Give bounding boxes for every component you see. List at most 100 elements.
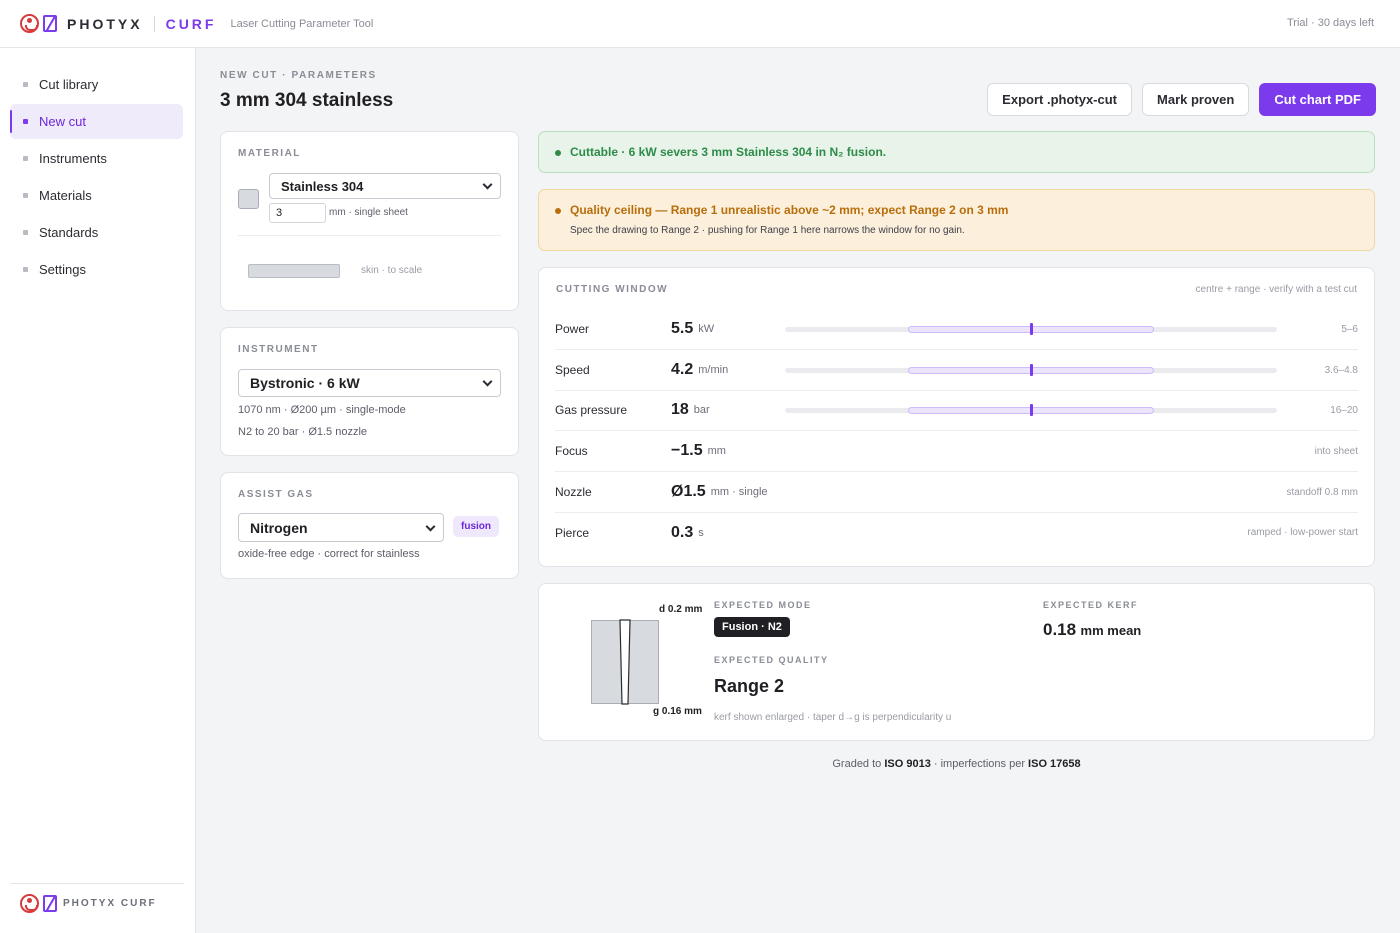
range-track	[785, 364, 1277, 376]
skin-note: skin · to scale	[361, 265, 423, 276]
cutting-window-label: CUTTING WINDOW	[556, 284, 669, 295]
export-button[interactable]: Export .photyx-cut	[987, 83, 1133, 116]
param-unit: mm · single	[710, 486, 768, 498]
range-track	[785, 404, 1277, 416]
cut-chart-pdf-button[interactable]: Cut chart PDF	[1259, 83, 1376, 116]
instrument-select-value: Bystronic · 6 kW	[250, 375, 360, 391]
centre-marker	[1030, 404, 1033, 416]
sidebar-item-materials[interactable]: Materials	[10, 178, 183, 213]
slash-box-icon	[43, 15, 57, 32]
param-note: into sheet	[1314, 445, 1358, 457]
expected-quality-label: EXPECTED QUALITY	[714, 655, 829, 665]
logo	[20, 14, 57, 33]
chevron-down-icon	[482, 376, 493, 387]
param-name: Focus	[555, 444, 588, 458]
sidebar-item-new-cut[interactable]: New cut	[10, 104, 183, 139]
footer-brand: PHOTYX CURF	[63, 898, 157, 909]
standards-note-mid: · imperfections per	[933, 758, 1025, 770]
param-row-nozzle: Nozzle Ø1.5 mm · single standoff 0.8 mm	[555, 472, 1358, 513]
quality-ceiling-detail: Spec the drawing to Range 2 · pushing fo…	[570, 225, 965, 236]
material-select[interactable]: Stainless 304	[269, 173, 501, 199]
param-name: Power	[555, 322, 590, 336]
param-name: Speed	[555, 363, 590, 377]
param-value: 4.2	[671, 361, 694, 378]
user-circle-icon	[20, 14, 39, 33]
instrument-select[interactable]: Bystronic · 6 kW	[238, 369, 501, 397]
param-name: Nozzle	[555, 485, 592, 499]
iso-9013-link[interactable]: ISO 9013	[884, 758, 930, 770]
sidebar-item-label: Instruments	[39, 151, 107, 166]
centre-marker	[1030, 323, 1033, 335]
centre-marker	[1030, 364, 1033, 376]
cutting-window-card: CUTTING WINDOW centre + range · verify w…	[538, 267, 1375, 567]
param-value: 18	[671, 401, 689, 418]
chevron-down-icon	[482, 179, 493, 190]
kerf-top-width: d 0.2 mm	[659, 604, 703, 615]
bullet-icon	[23, 156, 28, 161]
instrument-spec-line2: N2 to 20 bar · Ø1.5 nozzle	[238, 426, 368, 438]
bullet-icon	[23, 267, 28, 272]
kerf-bottom-width: g 0.16 mm	[653, 706, 702, 717]
sidebar-item-standards[interactable]: Standards	[10, 215, 183, 250]
sidebar-item-cut-library[interactable]: Cut library	[10, 67, 183, 102]
material-label: MATERIAL	[238, 148, 301, 159]
material-swatch	[238, 189, 259, 209]
kerf-taper-shape	[619, 619, 631, 705]
param-value: Ø1.5	[671, 483, 706, 500]
param-note: 3.6–4.8	[1324, 364, 1358, 376]
cuttable-alert-text: Cuttable · 6 kW severs 3 mm Stainless 30…	[570, 145, 887, 159]
iso-17658-link[interactable]: ISO 17658	[1028, 758, 1081, 770]
bullet-icon	[23, 82, 28, 87]
expected-mode-badge: Fusion · N2	[714, 617, 790, 637]
brand-name: PHOTYX	[67, 15, 143, 32]
divider	[238, 235, 501, 236]
thickness-input[interactable]	[269, 203, 326, 223]
sheet-scale-preview	[248, 264, 340, 278]
param-unit: bar	[693, 404, 710, 416]
gas-mode-badge: fusion	[453, 516, 499, 537]
expected-mode-label: EXPECTED MODE	[714, 600, 812, 610]
assist-gas-card: ASSIST GAS Nitrogen fusion oxide-free ed…	[220, 472, 519, 579]
sidebar-nav: Cut library New cut Instruments Material…	[0, 48, 195, 287]
sidebar-item-settings[interactable]: Settings	[10, 252, 183, 287]
expected-kerf-value: 0.18	[1043, 620, 1077, 639]
instrument-card: INSTRUMENT Bystronic · 6 kW 1070 nm · Ø2…	[220, 327, 519, 456]
assist-gas-note: oxide-free edge · correct for stainless	[238, 548, 420, 560]
app-subtitle: Laser Cutting Parameter Tool	[230, 17, 374, 30]
param-row-pierce: Pierce 0.3 s ramped · low-power start	[555, 512, 1358, 553]
param-row-power: Power 5.5 kW 5–6	[555, 309, 1358, 350]
param-note: ramped · low-power start	[1247, 527, 1358, 538]
assist-gas-select[interactable]: Nitrogen	[238, 513, 444, 542]
trial-status[interactable]: Trial · 30 days left	[1287, 17, 1374, 29]
assist-gas-label: ASSIST GAS	[238, 489, 314, 500]
bullet-icon	[23, 119, 28, 124]
cutting-window-hint: centre + range · verify with a test cut	[1195, 284, 1357, 295]
brand-product: CURF	[165, 15, 217, 32]
param-value: −1.5	[671, 442, 703, 459]
instrument-spec-line1: 1070 nm · Ø200 µm · single-mode	[238, 404, 406, 416]
param-value: 0.3	[671, 523, 694, 541]
sidebar-footer: PHOTYX CURF	[10, 883, 184, 913]
param-name: Pierce	[555, 525, 590, 540]
expected-quality-value: Range 2	[714, 676, 785, 696]
quality-ceiling-alert: Quality ceiling — Range 1 unrealistic ab…	[538, 189, 1375, 251]
status-dot-icon	[555, 150, 561, 156]
bullet-icon	[23, 193, 28, 198]
chevron-down-icon	[425, 521, 436, 532]
param-note: 5–6	[1341, 323, 1358, 335]
material-card: MATERIAL Stainless 304 mm · single sheet…	[220, 131, 519, 311]
param-unit: m/min	[698, 364, 729, 376]
sidebar-item-instruments[interactable]: Instruments	[10, 141, 183, 176]
param-unit: s	[698, 526, 704, 539]
sidebar-item-label: Cut library	[39, 77, 99, 92]
param-row-focus: Focus −1.5 mm into sheet	[555, 431, 1358, 472]
assist-gas-select-value: Nitrogen	[250, 519, 308, 536]
standards-note-prefix: Graded to	[832, 758, 882, 770]
mark-proven-button[interactable]: Mark proven	[1142, 83, 1250, 116]
param-note: 16–20	[1330, 404, 1358, 416]
standards-note: Graded to ISO 9013 · imperfections per I…	[538, 758, 1375, 770]
sidebar-item-label: Standards	[39, 225, 99, 240]
expected-kerf: 0.18 mm mean	[1043, 620, 1141, 640]
expected-kerf-unit: mm mean	[1080, 623, 1142, 638]
quality-ceiling-title: Quality ceiling — Range 1 unrealistic ab…	[570, 203, 1009, 217]
